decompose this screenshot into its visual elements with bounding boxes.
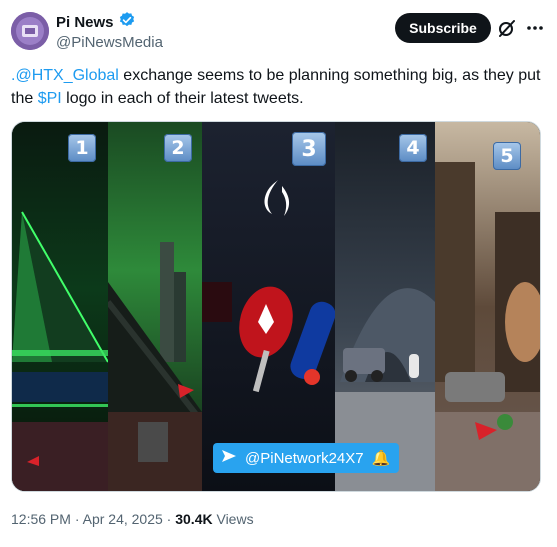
overlay-handle-text: @PiNetwork24X7	[245, 449, 364, 467]
tweet-image[interactable]: 1 2 3 4 5	[11, 121, 541, 492]
media-panel-1: 1	[12, 122, 108, 491]
panel-number: 3	[292, 132, 326, 166]
author-block: Pi News @PiNewsMedia	[56, 11, 163, 51]
panel-number: 5	[493, 142, 521, 170]
subscribe-button[interactable]: Subscribe	[395, 13, 491, 43]
panel-number: 4	[399, 134, 427, 162]
author-name[interactable]: Pi News	[56, 14, 114, 31]
cashtag-link[interactable]: $PI	[38, 90, 62, 107]
panel-number: 2	[164, 134, 192, 162]
send-arrow-icon	[221, 449, 237, 467]
tweet-card: Pi News @PiNewsMedia Subscribe .@HTX_Glo…	[0, 0, 557, 547]
media-panel-3: 3	[202, 122, 335, 491]
meta-separator: ·	[70, 511, 83, 527]
grok-icon[interactable]	[496, 17, 518, 39]
overlay-handle-badge: @PiNetwork24X7 🔔	[213, 443, 399, 473]
tweet-date[interactable]: Apr 24, 2025	[83, 511, 163, 527]
avatar[interactable]	[11, 12, 49, 50]
verified-badge-icon	[118, 11, 136, 34]
tweet-meta: 12:56 PM · Apr 24, 2025 · 30.4K Views	[11, 511, 254, 527]
media-panel-2: 2	[108, 122, 202, 491]
author-handle[interactable]: @PiNewsMedia	[56, 34, 163, 51]
media-panel-4: 4	[335, 122, 435, 491]
tweet-time[interactable]: 12:56 PM	[11, 511, 71, 527]
mention-link[interactable]: .@HTX_Global	[11, 67, 119, 84]
tweet-text-part: logo in each of their latest tweets.	[61, 90, 304, 107]
views-count[interactable]: 30.4K	[175, 511, 212, 527]
tweet-text: .@HTX_Global exchange seems to be planni…	[11, 64, 541, 110]
views-label: Views	[212, 511, 254, 527]
meta-separator: ·	[162, 511, 176, 527]
more-icon[interactable]	[524, 17, 546, 39]
panel-number: 1	[68, 134, 96, 162]
bell-icon: 🔔	[371, 450, 391, 467]
media-panel-5: 5	[435, 122, 540, 491]
